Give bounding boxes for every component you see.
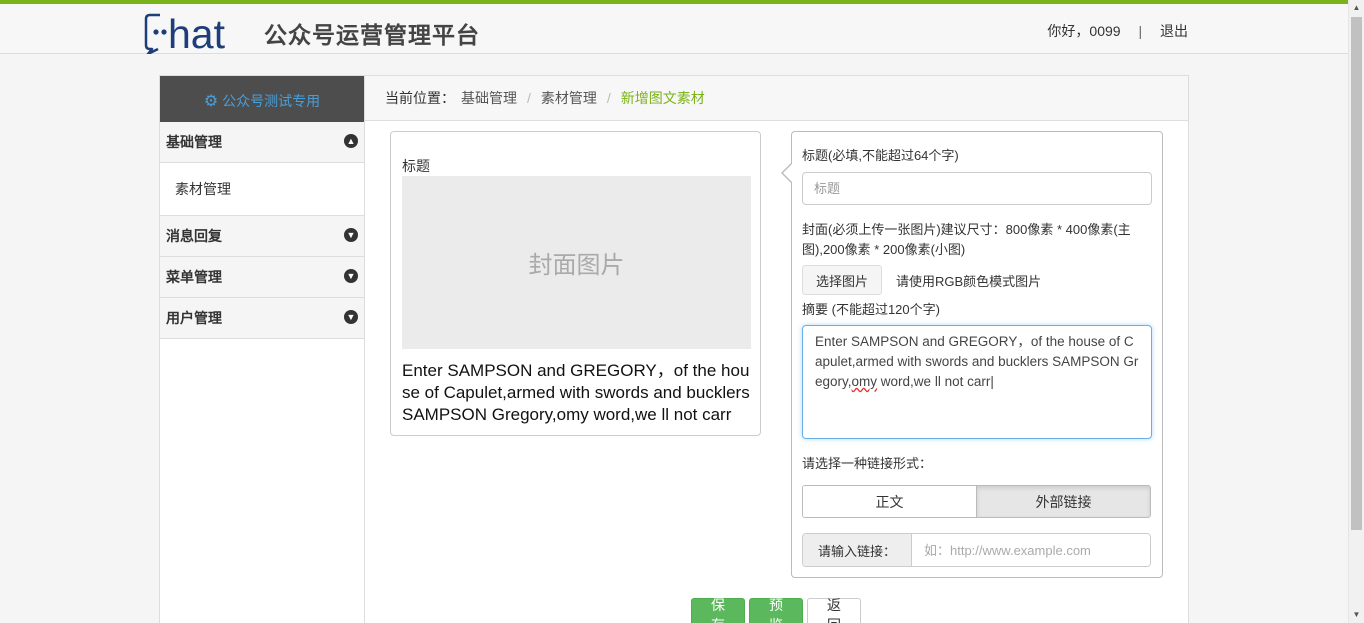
- scroll-down-icon[interactable]: ▼: [1349, 607, 1364, 623]
- rgb-hint: 请使用RGB颜色模式图片: [896, 274, 1042, 289]
- site-title: 公众号运营管理平台: [264, 22, 480, 48]
- breadcrumb: 当前位置： 基础管理 / 素材管理 / 新增图文素材: [365, 76, 1188, 121]
- chat-logo: hat: [144, 11, 226, 54]
- preview-cover-image: 封面图片: [402, 176, 751, 349]
- user-area: 你好，0099 | 退出: [1047, 21, 1188, 41]
- sidebar-group-label: 用户管理: [166, 310, 222, 326]
- sidebar-group-label: 菜单管理: [166, 269, 222, 285]
- gear-icon: ⚙: [203, 93, 219, 110]
- sidebar-item-materials[interactable]: 素材管理: [160, 163, 364, 216]
- save-button[interactable]: 保存: [691, 597, 745, 623]
- cover-placeholder-text: 封面图片: [528, 252, 625, 279]
- logout-link[interactable]: 退出: [1160, 23, 1188, 39]
- preview-button[interactable]: 预览: [749, 597, 803, 623]
- title-field-label: 标题(必填,不能超过64个字): [802, 148, 959, 163]
- article-editor-panel: 标题(必填,不能超过64个字) 封面(必须上传一张图片)建议尺寸：800像素 *…: [781, 131, 1163, 578]
- main-container: ⚙ 公众号测试专用 基础管理 ▲ 素材管理 消息回复 ▼ 菜单管理 ▼ 用户管理…: [159, 75, 1189, 623]
- back-button[interactable]: 返回: [807, 597, 861, 623]
- link-type-toggle: 正文 外部链接: [802, 485, 1151, 518]
- url-addon-label: 请输入链接：: [803, 534, 912, 566]
- sidebar-group-label: 基础管理: [166, 134, 222, 150]
- preview-title: 标题: [402, 158, 430, 174]
- main-content: 当前位置： 基础管理 / 素材管理 / 新增图文素材 标题 封面图片 Enter…: [365, 76, 1188, 623]
- choose-image-button[interactable]: 选择图片: [802, 265, 882, 295]
- breadcrumb-separator: /: [606, 90, 611, 106]
- article-preview-card[interactable]: 标题 封面图片 Enter SAMPSON and GREGORY，of the…: [390, 131, 761, 436]
- link-type-body-button[interactable]: 正文: [803, 486, 976, 517]
- breadcrumb-item[interactable]: 基础管理: [461, 88, 517, 108]
- sidebar-item-label: 素材管理: [175, 181, 231, 197]
- summary-textarea[interactable]: Enter SAMPSON and GREGORY，of the house o…: [802, 325, 1152, 439]
- user-greeting: 你好，0099: [1047, 23, 1121, 39]
- sidebar-group-replies[interactable]: 消息回复 ▼: [160, 216, 364, 257]
- sidebar-group-label: 消息回复: [166, 228, 222, 244]
- url-input-group: 请输入链接：: [802, 533, 1151, 567]
- url-input[interactable]: [912, 534, 1150, 566]
- title-input[interactable]: [802, 172, 1152, 205]
- sidebar-group-users[interactable]: 用户管理 ▼: [160, 298, 364, 339]
- sidebar: ⚙ 公众号测试专用 基础管理 ▲ 素材管理 消息回复 ▼ 菜单管理 ▼ 用户管理…: [160, 76, 365, 623]
- sidebar-account-header: ⚙ 公众号测试专用: [160, 76, 364, 122]
- logo-text: hat: [168, 11, 226, 54]
- breadcrumb-current: 新增图文素材: [620, 90, 705, 106]
- top-header: hat 公众号运营管理平台 你好，0099 | 退出: [0, 4, 1348, 54]
- link-type-label: 请选择一种链接形式：: [802, 456, 933, 471]
- account-name: 公众号测试专用: [222, 93, 321, 109]
- sidebar-group-basic[interactable]: 基础管理 ▲: [160, 122, 364, 163]
- breadcrumb-separator: /: [527, 90, 531, 106]
- preview-summary: Enter SAMPSON and GREGORY，of the house o…: [402, 361, 750, 424]
- scroll-up-icon[interactable]: ▲: [1349, 0, 1364, 16]
- breadcrumb-item[interactable]: 素材管理: [541, 88, 597, 108]
- misspelled-word: omy: [851, 374, 878, 389]
- summary-field-label: 摘要 (不能超过120个字): [802, 302, 940, 317]
- form-actions: 保存 预览 返回: [691, 597, 861, 623]
- scroll-thumb[interactable]: [1351, 17, 1362, 530]
- arrow-down-circle-icon: ▼: [344, 310, 358, 324]
- link-type-external-button[interactable]: 外部链接: [976, 486, 1150, 517]
- page-scrollbar[interactable]: ▲ ▼: [1348, 0, 1364, 623]
- header-separator: |: [1138, 23, 1143, 39]
- sidebar-group-menus[interactable]: 菜单管理 ▼: [160, 257, 364, 298]
- arrow-down-circle-icon: ▼: [344, 269, 358, 283]
- breadcrumb-label: 当前位置：: [385, 90, 455, 106]
- cover-field-label: 封面(必须上传一张图片)建议尺寸：800像素 * 400像素(主图),200像素…: [802, 222, 1131, 257]
- arrow-up-circle-icon: ▲: [344, 134, 358, 148]
- arrow-down-circle-icon: ▼: [344, 228, 358, 242]
